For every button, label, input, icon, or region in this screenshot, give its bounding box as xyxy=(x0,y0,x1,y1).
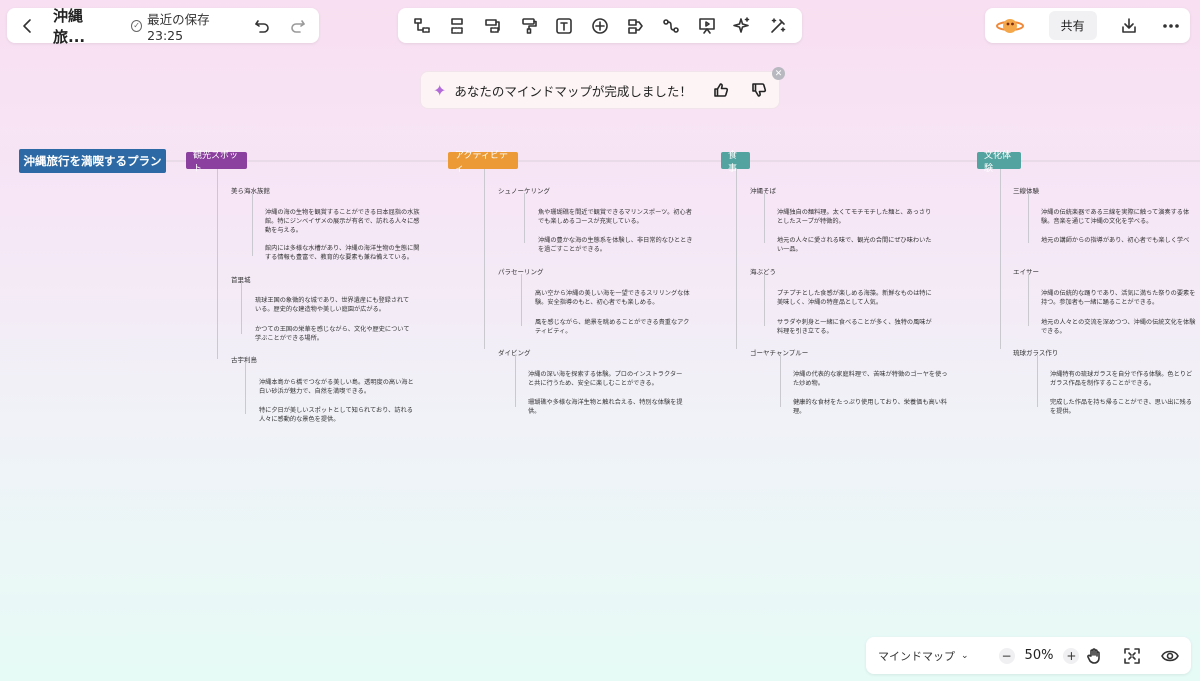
magic-wand-icon[interactable] xyxy=(769,17,787,35)
document-title[interactable]: 沖縄旅... xyxy=(53,5,109,47)
close-icon[interactable]: ✕ xyxy=(772,67,785,80)
item-description[interactable]: 沖縄独自の麺料理。太くてモチモチした麺と、あっさり としたスープが特徴的。 xyxy=(777,208,931,226)
toolbar xyxy=(398,8,802,43)
sibling-node-icon[interactable] xyxy=(448,17,466,35)
more-icon[interactable] xyxy=(1162,17,1180,35)
chevron-down-icon: ⌄ xyxy=(961,650,969,661)
list-item[interactable]: 古宇利島 xyxy=(231,354,257,364)
item-description[interactable]: 沖縄の伝統楽器である三線を実際に触って演奏する体 験。音楽を通じて沖縄の文化を学… xyxy=(1041,208,1189,226)
notice-text: あなたのマインドマップが完成しました！ xyxy=(454,83,692,99)
undo-icon[interactable] xyxy=(253,17,271,35)
list-item[interactable]: 美ら海水族館 xyxy=(231,185,270,195)
item-line xyxy=(515,355,516,407)
check-circle-icon: ✓ xyxy=(131,19,143,32)
item-line xyxy=(1028,274,1029,326)
save-status: ✓ 最近の保存 23:25 xyxy=(131,9,239,43)
zoom-in-button[interactable]: + xyxy=(1063,647,1080,664)
item-line xyxy=(524,193,525,243)
item-description[interactable]: 沖縄の豊かな海の生態系を体験し、非日常的なひととき を過ごすことができる。 xyxy=(538,236,693,254)
list-item[interactable]: 海ぶどう xyxy=(750,266,776,276)
zoom-out-button[interactable]: − xyxy=(998,647,1015,664)
right-panel: 共有 xyxy=(985,8,1190,43)
list-item[interactable]: 沖縄そば xyxy=(750,185,776,195)
ai-sparkle-icon[interactable] xyxy=(733,16,751,35)
sparkle-icon: ✦ xyxy=(433,80,447,100)
add-icon[interactable] xyxy=(591,17,609,35)
branch-sightseeing[interactable]: 観光スポット xyxy=(186,151,247,174)
item-line xyxy=(245,362,246,414)
item-description[interactable]: 沖縄の深い海を探索する体験。プロのインストラクター と共に行うため、安全に楽しむ… xyxy=(528,370,682,388)
subnode-icon[interactable] xyxy=(413,17,431,35)
branch-line xyxy=(736,169,737,349)
format-painter-icon[interactable] xyxy=(520,17,538,35)
item-line xyxy=(1028,193,1029,243)
item-description[interactable]: 館内には多様な水槽があり、沖縄の海洋生物の生態に関 する情報も豊富で、教育的な要… xyxy=(265,244,419,262)
item-description[interactable]: 魚や珊瑚礁を間近で観賞できるマリンスポーツ。初心者 でも楽しめるコースが充実して… xyxy=(538,208,692,226)
item-line xyxy=(780,355,781,407)
branch-activity[interactable]: アクティビティ xyxy=(448,151,518,174)
redo-icon[interactable] xyxy=(289,17,307,35)
mode-dropdown[interactable]: マインドマップ ⌄ xyxy=(878,648,969,664)
text-icon[interactable] xyxy=(555,17,573,35)
branch-line xyxy=(217,169,218,359)
eye-icon[interactable] xyxy=(1161,647,1179,665)
list-item[interactable]: 琉球ガラス作り xyxy=(1013,347,1058,357)
item-description[interactable]: 地元の人々に愛される味で、観光の合間にぜひ味わいた い一品。 xyxy=(777,236,931,254)
item-description[interactable]: 高い空から沖縄の美しい海を一望できるスリリングな体 験。安全指導のもと、初心者で… xyxy=(535,289,690,307)
zoom-value: 50% xyxy=(1024,648,1054,663)
thumbs-up-icon[interactable] xyxy=(713,82,729,98)
thumbs-down-icon[interactable] xyxy=(751,82,767,98)
branch-culture[interactable]: 文化体験 xyxy=(977,151,1021,174)
item-description[interactable]: 沖縄の代表的な家庭料理で、苦味が特徴のゴーヤを使っ た炒め物。 xyxy=(793,370,947,388)
item-description[interactable]: 風を感じながら、絶景を眺めることができる貴重なアク ティビティ。 xyxy=(535,318,689,336)
connect-icon[interactable] xyxy=(662,17,680,35)
list-item[interactable]: 三線体験 xyxy=(1013,185,1039,195)
item-line xyxy=(241,282,242,334)
present-icon[interactable] xyxy=(698,17,716,35)
item-description[interactable]: 沖縄の海の生物を観賞することができる日本屈指の水族 館。特にジンベイザメの展示が… xyxy=(265,208,420,235)
item-line xyxy=(764,274,765,326)
chevron-left-icon[interactable] xyxy=(19,17,37,35)
hand-icon[interactable] xyxy=(1085,647,1103,665)
item-description[interactable]: 珊瑚礁や多様な海洋生物と触れ合える、特別な体験を提 供。 xyxy=(528,398,683,416)
item-description[interactable]: サラダや刺身と一緒に食べることが多く、独特の風味が 料理を引き立てる。 xyxy=(777,318,932,336)
item-description[interactable]: 沖縄の伝統的な踊りであり、活気に満ちた祭りの要素を 持つ。参加者も一緒に踊ること… xyxy=(1041,289,1195,307)
item-description[interactable]: プチプチとした食感が楽しめる海藻。新鮮なものは特に 美味しく、沖縄の特産品として… xyxy=(777,289,932,307)
relation-icon[interactable] xyxy=(627,17,645,35)
share-button[interactable]: 共有 xyxy=(1048,11,1097,40)
item-line xyxy=(521,274,522,326)
item-line xyxy=(764,193,765,243)
branch-line xyxy=(1000,169,1001,349)
item-description[interactable]: 沖縄特有の琉球ガラスを自分で作る体験。色とりど ガラス作品を制作することができる… xyxy=(1050,370,1192,388)
branch-line xyxy=(484,169,485,349)
planet-logo[interactable] xyxy=(995,15,1025,37)
list-item[interactable]: エイサー xyxy=(1013,266,1039,276)
mode-label: マインドマップ xyxy=(878,649,955,663)
item-description[interactable]: 地元の人々との交流を深めつつ、沖縄の伝統文化を体験 できる。 xyxy=(1041,318,1195,336)
summary-icon[interactable] xyxy=(484,17,502,35)
item-line xyxy=(252,193,253,256)
save-status-text: 最近の保存 23:25 xyxy=(147,11,210,43)
zoom-control: − 50% + xyxy=(998,647,1080,664)
item-description[interactable]: 完成した作品を持ち帰ることができ、思い出に残る を提供。 xyxy=(1050,398,1192,416)
item-description[interactable]: 特に夕日が美しいスポットとして知られており、訪れる 人々に感動的な景色を提供。 xyxy=(259,406,413,424)
item-description[interactable]: 沖縄本島から橋でつながる美しい島。透明度の高い海と 白い砂浜が魅力で、自然を満喫… xyxy=(259,378,414,396)
root-node[interactable]: 沖縄旅行を満喫するプラン xyxy=(19,149,166,173)
download-icon[interactable] xyxy=(1120,17,1138,35)
completion-notice: ✦ あなたのマインドマップが完成しました！ xyxy=(420,71,780,109)
item-description[interactable]: 健康的な食材をたっぷり使用しており、栄養価も高い料 理。 xyxy=(793,398,947,416)
header-panel: 沖縄旅... ✓ 最近の保存 23:25 xyxy=(7,7,319,46)
item-line xyxy=(1037,355,1038,407)
branch-food[interactable]: 食事 xyxy=(721,151,750,174)
item-description[interactable]: かつての王国の栄華を感じながら、文化や歴史について 学ぶことができる場所。 xyxy=(255,325,410,343)
item-description[interactable]: 琉球王国の象徴的な城であり、世界遺産にも登録されて いる。歴史的な建造物や美しい… xyxy=(255,296,409,314)
fit-screen-icon[interactable] xyxy=(1123,647,1141,665)
view-controls: マインドマップ ⌄ − 50% + xyxy=(866,637,1191,674)
item-description[interactable]: 地元の講師からの指導があり、初心者でも楽しく学べ xyxy=(1041,236,1189,245)
